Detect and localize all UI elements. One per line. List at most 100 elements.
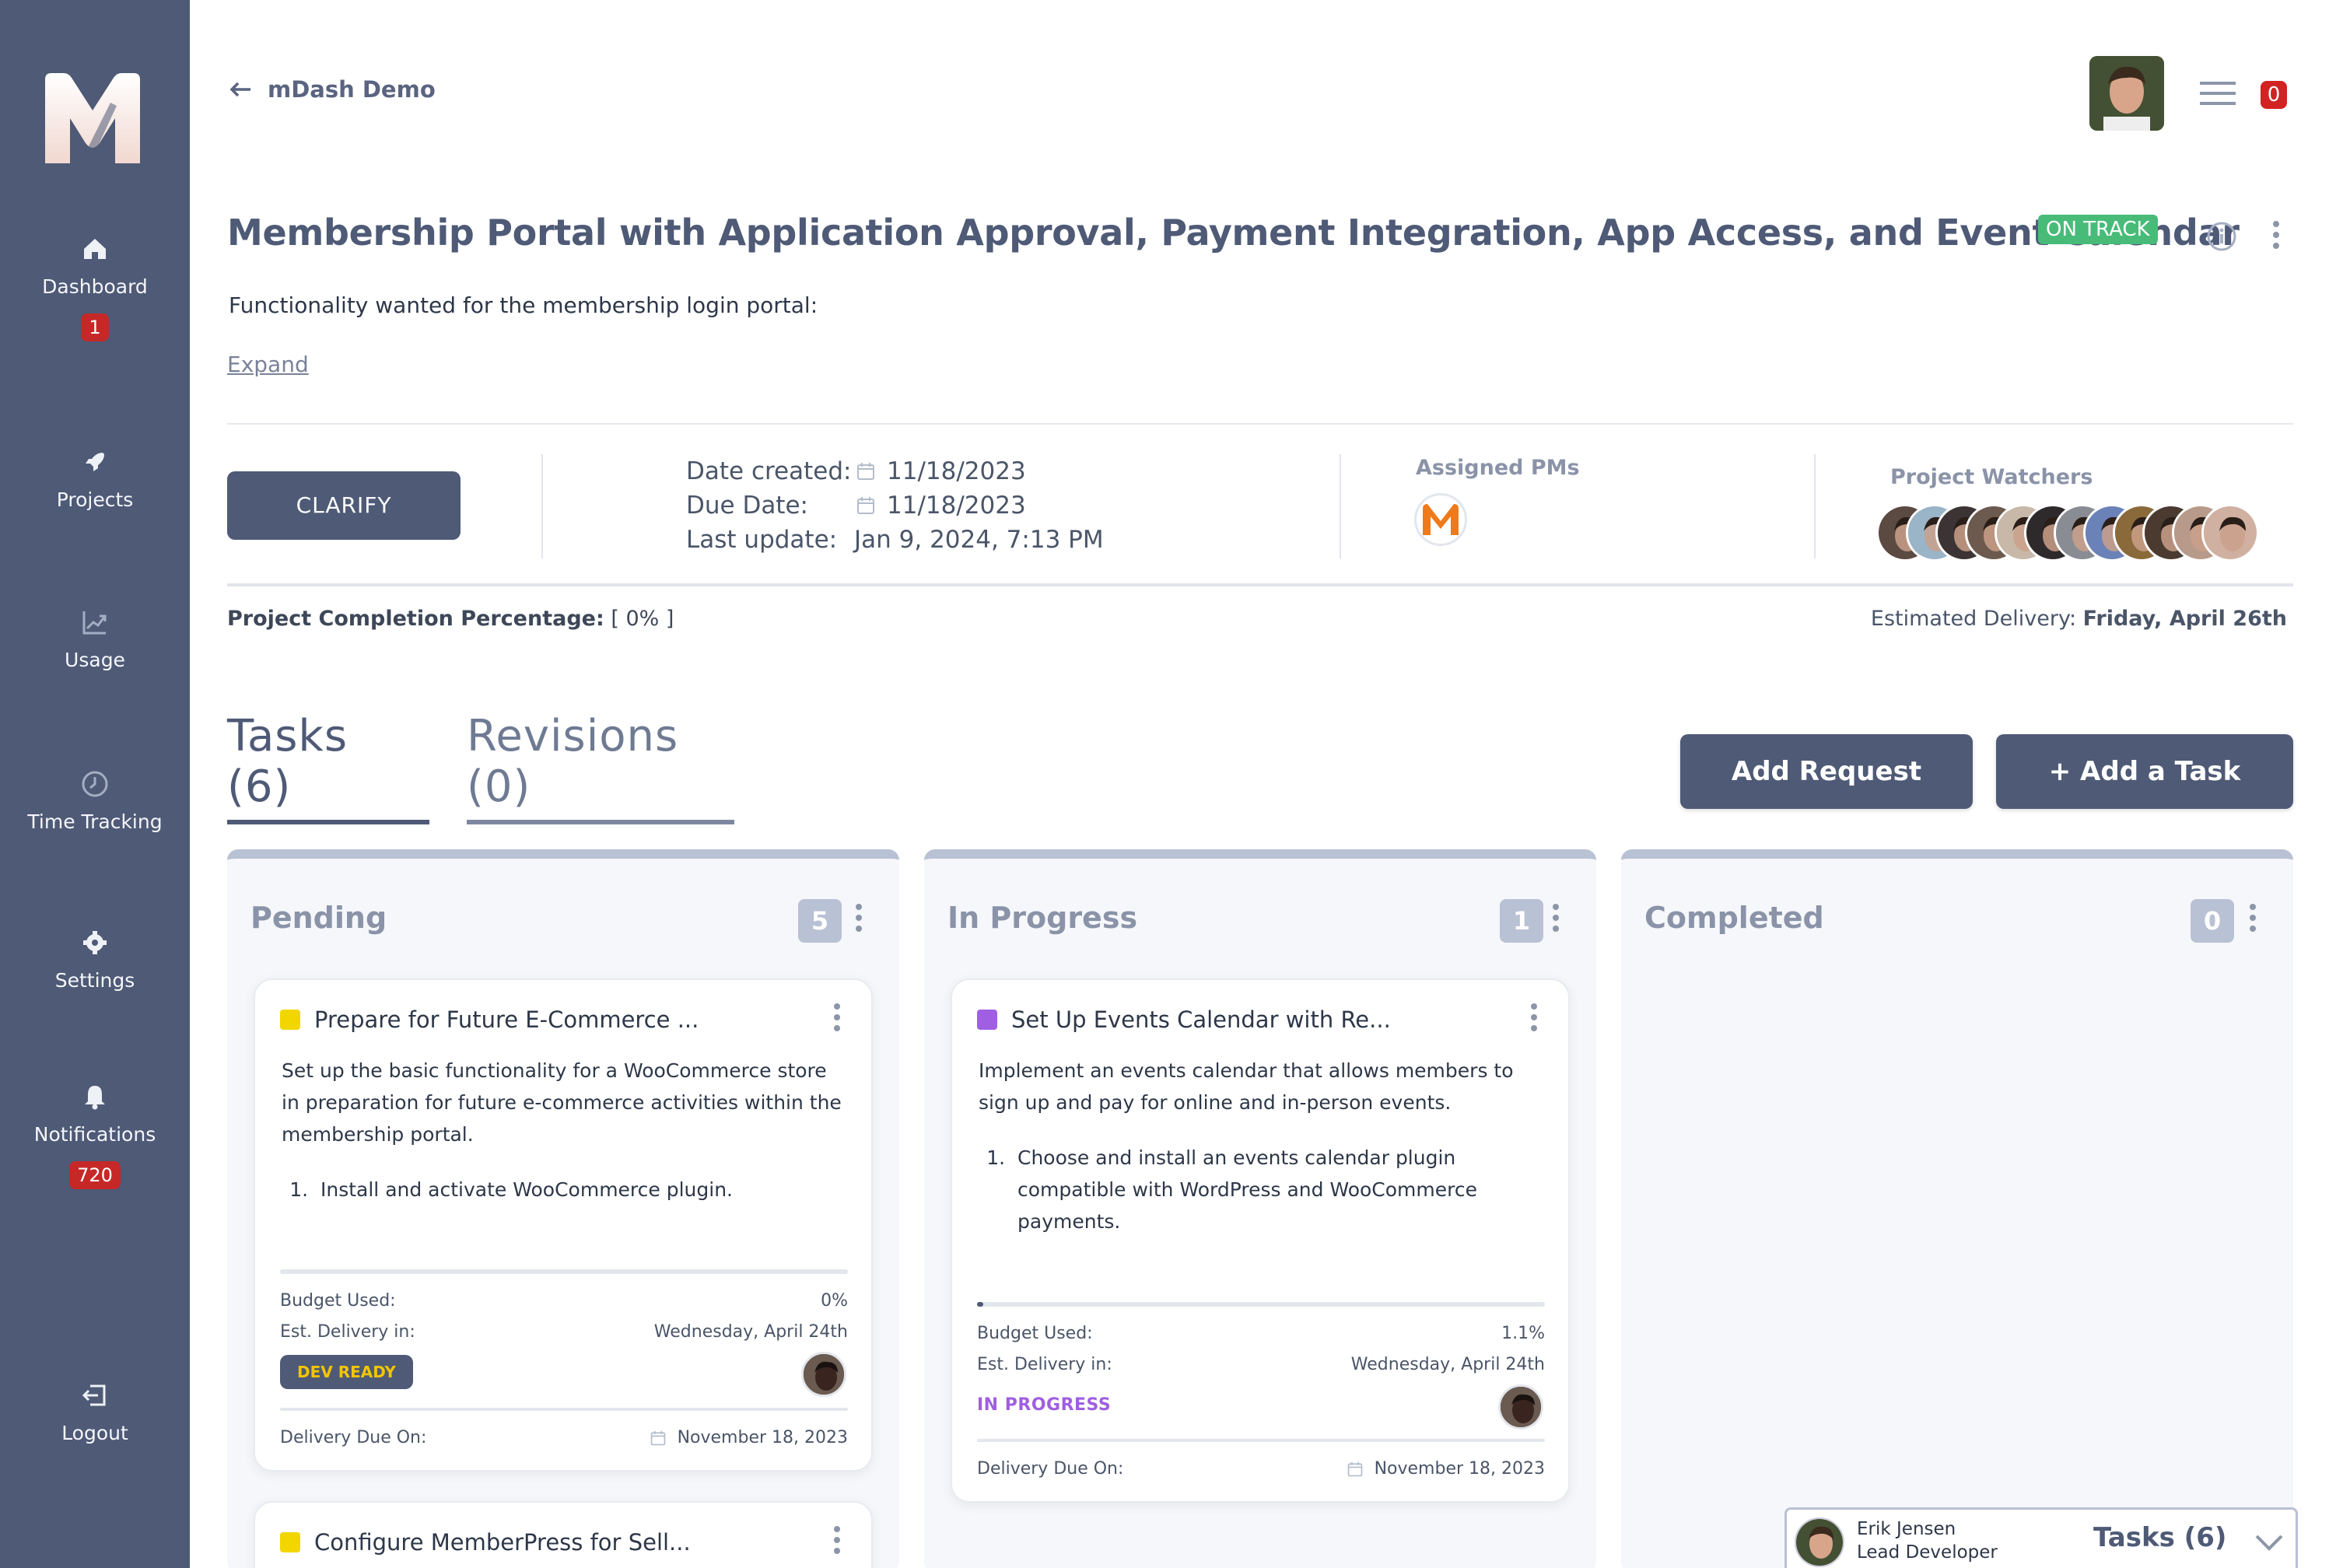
est-delivery-value: Wednesday, April 24th: [653, 1322, 848, 1342]
hamburger-menu-icon[interactable]: [2198, 79, 2237, 107]
last-update-value: Jan 9, 2024, 7:13 PM: [854, 526, 1104, 554]
watcher-avatar[interactable]: [2201, 504, 2259, 562]
task-more-menu[interactable]: [1531, 1003, 1537, 1031]
task-title: Prepare for Future E-Commerce ...: [280, 1006, 699, 1033]
completion-label: Project Completion Percentage:: [227, 607, 604, 631]
budget-progress-bar: [280, 1269, 848, 1274]
task-card[interactable]: Set Up Events Calendar with Re... Implem…: [951, 978, 1570, 1503]
budget-label: Budget Used:: [977, 1324, 1093, 1343]
task-step: Choose and install an events calendar pl…: [1011, 1142, 1523, 1237]
column-title: Pending: [250, 901, 387, 935]
task-title-text: Set Up Events Calendar with Re...: [1011, 1006, 1391, 1033]
sidebar-item-dashboard[interactable]: Dashboard 1: [0, 233, 190, 341]
task-title-text: Prepare for Future E-Commerce ...: [314, 1006, 699, 1033]
task-card[interactable]: Prepare for Future E-Commerce ... Set up…: [254, 978, 873, 1472]
info-icon[interactable]: [2206, 221, 2237, 252]
status-badge: DEV READY: [280, 1355, 413, 1389]
back-link[interactable]: mDash Demo: [229, 76, 436, 103]
divider: [227, 423, 2293, 425]
column-count: 5: [798, 899, 842, 943]
delivery-due-label: Delivery Due On:: [280, 1428, 427, 1447]
budget-row: Budget Used: 1.1%: [977, 1324, 1545, 1343]
due-date-value: 11/18/2023: [887, 492, 1026, 520]
calendar-icon: [857, 463, 874, 480]
delivery-due-row: Delivery Due On: November 18, 2023: [280, 1428, 848, 1447]
status-badge: ON TRACK: [2038, 215, 2158, 244]
add-task-button[interactable]: + Add a Task: [1996, 734, 2293, 809]
bell-icon: [85, 1086, 105, 1110]
clock-icon: [82, 771, 108, 797]
budget-value: 0%: [821, 1291, 848, 1311]
est-delivery-row: Est. Delivery in: Wednesday, April 24th: [977, 1355, 1545, 1374]
budget-row: Budget Used: 0%: [280, 1291, 848, 1311]
tab-tasks[interactable]: Tasks (6): [227, 711, 429, 824]
delivery-due-label: Delivery Due On:: [977, 1459, 1124, 1479]
completion-value: [ 0% ]: [611, 607, 674, 631]
task-title-text: Configure MemberPress for Sell...: [314, 1529, 691, 1556]
project-title: Membership Portal with Application Appro…: [227, 212, 2240, 254]
user-avatar[interactable]: [2089, 56, 2164, 131]
team-tasks-panel[interactable]: Erik Jensen Lead Developer Tasks (6): [1784, 1507, 2298, 1568]
sidebar-item-label: Dashboard: [42, 275, 148, 298]
status-label: IN PROGRESS: [977, 1395, 1112, 1415]
delivery-due-row: Delivery Due On: November 18, 2023: [977, 1459, 1545, 1479]
clarify-button[interactable]: CLARIFY: [227, 471, 461, 540]
column-title: Completed: [1644, 901, 1824, 935]
mdash-logo[interactable]: [40, 72, 145, 163]
home-icon: [84, 239, 106, 259]
divider: [541, 454, 543, 558]
column-more-menu[interactable]: [1553, 904, 1559, 932]
kanban-column-completed: Completed 0: [1621, 849, 2293, 1568]
pm-avatar[interactable]: [1414, 493, 1467, 546]
sidebar-item-notifications[interactable]: Notifications 720: [0, 1081, 190, 1189]
sidebar-item-usage[interactable]: Usage: [0, 607, 190, 671]
assignee-avatar[interactable]: [1498, 1384, 1543, 1430]
project-watchers-label: Project Watchers: [1890, 465, 2093, 489]
budget-value: 1.1%: [1501, 1324, 1545, 1343]
task-color-indicator: [280, 1532, 300, 1552]
due-date-label: Due Date:: [686, 492, 808, 520]
notification-count-badge[interactable]: 0: [2261, 81, 2287, 109]
chevron-down-icon[interactable]: [2254, 1533, 2285, 1552]
divider: [977, 1439, 1545, 1442]
task-title: Set Up Events Calendar with Re...: [977, 1006, 1391, 1033]
project-description: Functionality wanted for the membership …: [229, 292, 818, 318]
column-more-menu[interactable]: [2250, 904, 2256, 932]
task-more-menu[interactable]: [834, 1003, 840, 1031]
watchers-avatar-group[interactable]: [1876, 504, 2259, 562]
chart-icon: [82, 611, 107, 635]
sidebar-item-label: Time Tracking: [27, 810, 163, 833]
task-more-menu[interactable]: [834, 1526, 840, 1554]
task-card[interactable]: Configure MemberPress for Sell...: [254, 1501, 873, 1568]
tab-label: Revisions: [467, 711, 679, 761]
delivery-due-value: November 18, 2023: [1374, 1459, 1545, 1479]
sidebar-item-label: Logout: [61, 1422, 128, 1444]
sidebar-item-logout[interactable]: Logout: [0, 1380, 190, 1444]
project-dates: Date created: 11/18/2023 Due Date: 11/18…: [686, 454, 1104, 557]
column-more-menu[interactable]: [856, 904, 862, 932]
sidebar: Dashboard 1 Projects Usage Time Tracking…: [0, 0, 190, 1568]
est-delivery-label: Est. Delivery in:: [280, 1322, 415, 1342]
kanban-column-pending: Pending 5 Prepare for Future E-Commerce …: [227, 849, 899, 1568]
sidebar-item-projects[interactable]: Projects: [0, 446, 190, 511]
sidebar-item-settings[interactable]: Settings: [0, 927, 190, 992]
est-delivery-row: Est. Delivery in: Wednesday, April 24th: [280, 1322, 848, 1342]
sidebar-item-label: Usage: [65, 649, 125, 671]
calendar-icon: [1347, 1461, 1362, 1477]
task-description-text: Implement an events calendar that allows…: [979, 1059, 1514, 1114]
team-member-avatar: [1795, 1517, 1844, 1567]
budget-progress-bar: [977, 1302, 1545, 1307]
sidebar-item-time-tracking[interactable]: Time Tracking: [0, 768, 190, 833]
tab-revisions[interactable]: Revisions (0): [467, 711, 734, 824]
assignee-avatar[interactable]: [801, 1352, 846, 1397]
logout-icon: [82, 1384, 106, 1406]
divider: [227, 583, 2293, 586]
tab-count: (0): [467, 761, 531, 812]
project-more-menu[interactable]: [2273, 221, 2279, 249]
last-update-label: Last update:: [686, 526, 838, 554]
add-request-button[interactable]: Add Request: [1680, 734, 1973, 809]
sidebar-item-label: Projects: [56, 488, 134, 511]
assigned-pms-label: Assigned PMs: [1416, 456, 1580, 480]
team-member-role: Lead Developer: [1857, 1542, 1998, 1563]
expand-link[interactable]: Expand: [227, 352, 309, 377]
